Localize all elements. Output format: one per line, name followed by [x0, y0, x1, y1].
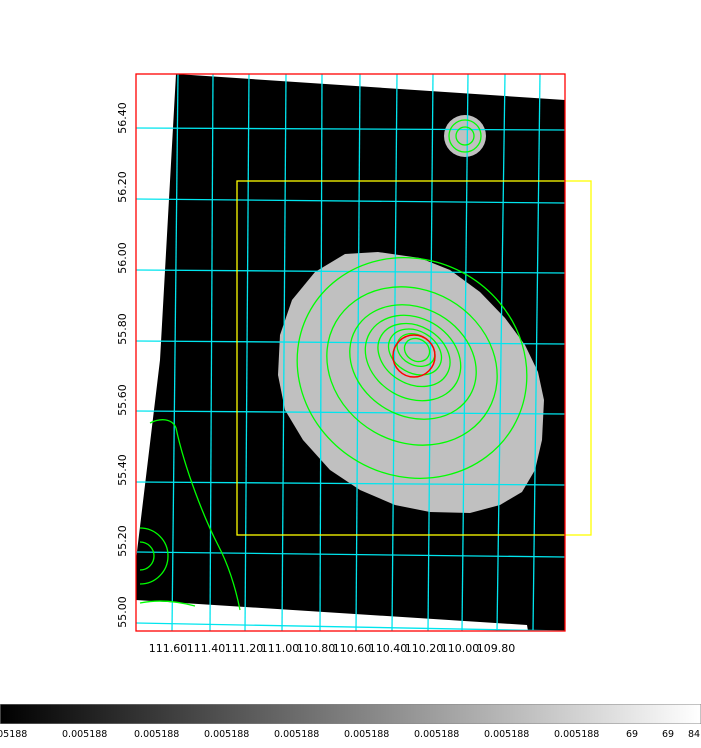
ra-label: 109.80 — [477, 642, 516, 655]
dec-label: 55.60 — [116, 384, 129, 416]
ra-label: 111.20 — [225, 642, 264, 655]
dec-label: 55.80 — [116, 313, 129, 345]
colorbar-labels: 0.005188 0.005188 0.005188 0.005188 0.00… — [0, 729, 701, 745]
colorbar[interactable] — [0, 704, 701, 724]
colorbar-label: 0.005188 — [554, 729, 600, 740]
colorbar-label: 0.005188 — [62, 729, 108, 740]
ra-axis-labels: 111.60 111.40 111.20111.00110.80110.60110.… — [149, 642, 516, 655]
colorbar-label: 0.005188 — [0, 729, 28, 740]
colorbar-label: 84 — [688, 729, 701, 740]
colorbar-label: 0.005188 — [134, 729, 180, 740]
ra-label: 110.80 — [297, 642, 336, 655]
colorbar-ramp — [0, 704, 701, 724]
ra-label: 110.60 — [333, 642, 372, 655]
ra-label: 111.60 — [149, 642, 188, 655]
dec-grid-line — [136, 622, 565, 631]
dec-label: 55.00 — [116, 596, 129, 628]
dec-label: 56.40 — [116, 102, 129, 134]
image-viewer[interactable]: 55.00 55.20 55.40 55.60 55.80 56.00 56.20 56.40… — [0, 0, 701, 748]
colorbar-label: 69 — [626, 729, 639, 740]
ra-label: 111.00 — [261, 642, 300, 655]
dec-label: 56.00 — [116, 242, 129, 274]
ra-label: 110.20 — [405, 642, 444, 655]
colorbar-label: 0.005188 — [484, 729, 530, 740]
dec-label: 55.20 — [116, 525, 129, 557]
colorbar-label: 0.005188 — [204, 729, 250, 740]
compact-source — [444, 115, 486, 157]
dec-axis-labels: 55.00 55.20 55.40 55.60 55.80 56.00 56.20 56.40 — [116, 102, 129, 628]
ra-label: 111.40 — [187, 642, 226, 655]
colorbar-label: 69 — [662, 729, 675, 740]
colorbar-label: 0.005188 — [344, 729, 390, 740]
colorbar-label: 0.005188 — [274, 729, 320, 740]
colorbar-label: 0.005188 — [414, 729, 460, 740]
dec-label: 55.40 — [116, 454, 129, 486]
ra-label: 110.40 — [369, 642, 408, 655]
ra-label: 110.00 — [441, 642, 480, 655]
dec-label: 56.20 — [116, 171, 129, 203]
